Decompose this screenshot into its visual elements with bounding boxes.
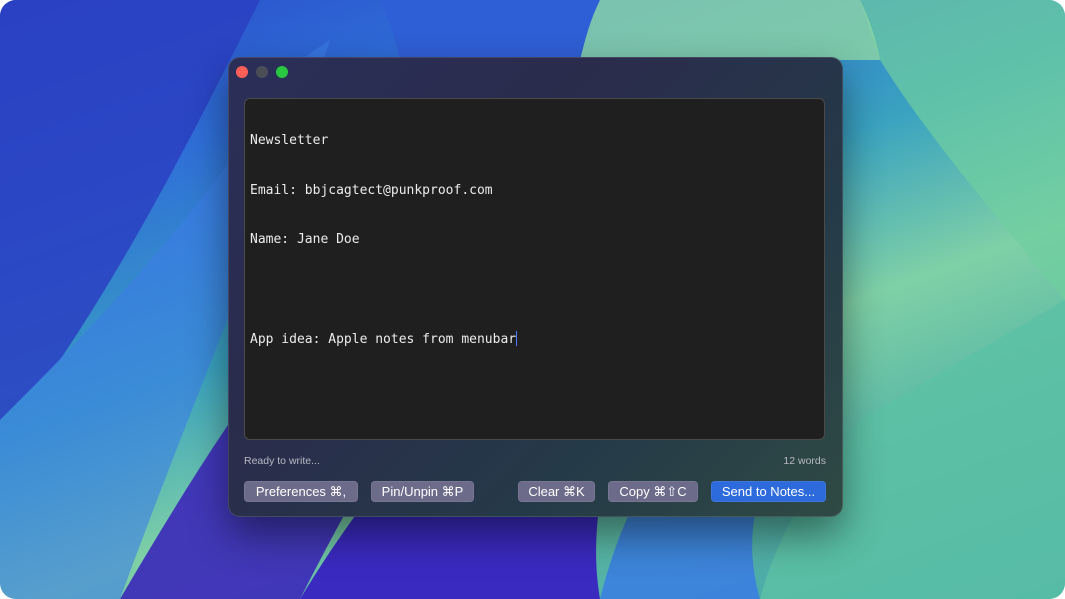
quick-notes-window: Newsletter Email: bbjcagtect@punkproof.c… [228,57,843,517]
editor-line-text: App idea: Apple notes from menubar [250,332,517,347]
copy-button[interactable]: Copy ⌘⇧C [608,481,698,502]
note-text-editor[interactable]: Newsletter Email: bbjcagtect@punkproof.c… [244,98,825,440]
zoom-window-button[interactable] [276,66,288,78]
editor-line: Name: Jane Doe [250,232,360,247]
send-to-notes-button[interactable]: Send to Notes... [711,481,826,502]
pin-unpin-button[interactable]: Pin/Unpin ⌘P [371,481,474,502]
clear-button[interactable]: Clear ⌘K [518,481,595,502]
minimize-window-button[interactable] [256,66,268,78]
editor-line-current: App idea: Apple notes from menubar [250,331,819,349]
status-message: Ready to write... [244,455,320,467]
close-window-button[interactable] [236,66,248,78]
word-count: 12 words [783,455,826,467]
editor-line: Newsletter [250,133,329,148]
preferences-button[interactable]: Preferences ⌘, [244,481,358,502]
text-caret [516,331,518,346]
editor-line: Email: bbjcagtect@punkproof.com [250,182,493,198]
